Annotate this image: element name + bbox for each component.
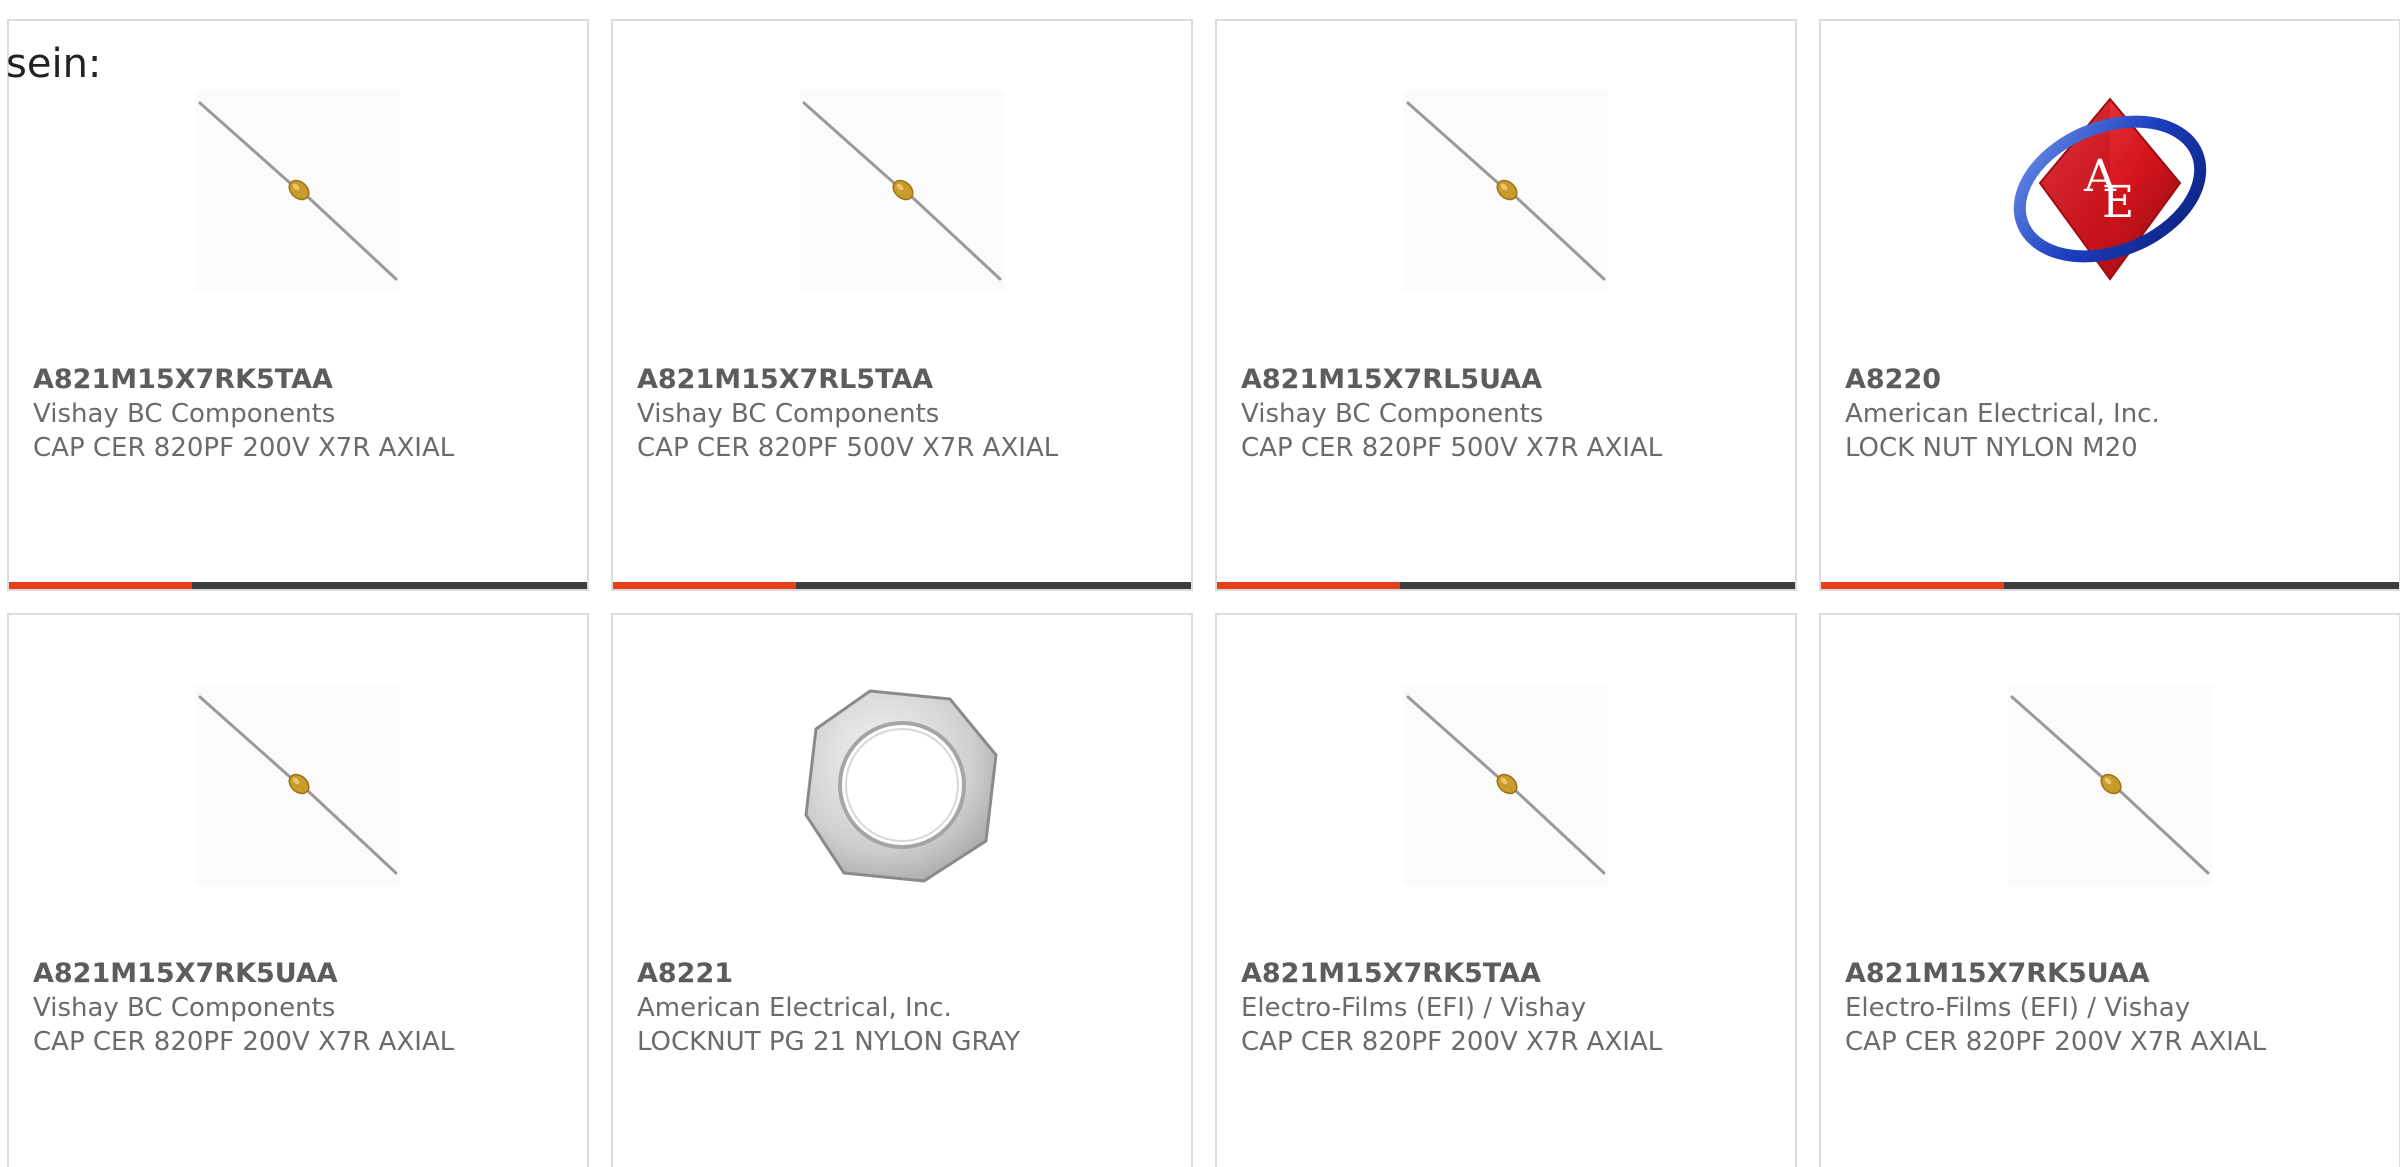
card-accent-bar xyxy=(1821,582,2004,589)
intro-text: sein: xyxy=(6,41,102,87)
product-card[interactable]: A821M15X7RK5UAA Electro-Films (EFI) / Vi… xyxy=(1819,613,2400,1167)
axial-capacitor-icon xyxy=(196,685,400,885)
axial-capacitor-icon xyxy=(2008,685,2212,885)
card-accent-bar xyxy=(613,582,796,589)
manufacturer-name: American Electrical, Inc. xyxy=(1845,399,2160,429)
product-info: A821M15X7RK5TAA Electro-Films (EFI) / Vi… xyxy=(1241,957,1775,1059)
part-number[interactable]: A8220 xyxy=(1845,363,2379,397)
product-info: A821M15X7RK5TAA Vishay BC Components CAP… xyxy=(33,363,567,465)
part-number[interactable]: A8221 xyxy=(637,957,1171,991)
part-number[interactable]: A821M15X7RK5TAA xyxy=(1241,957,1775,991)
hex-locknut-image xyxy=(800,685,1004,885)
ae-logo-image: A E xyxy=(2008,91,2212,291)
product-info: A821M15X7RK5UAA Vishay BC Components CAP… xyxy=(33,957,567,1059)
product-description: CAP CER 820PF 200V X7R AXIAL xyxy=(33,1027,455,1057)
part-number[interactable]: A821M15X7RK5UAA xyxy=(1845,957,2379,991)
product-info: A8221 American Electrical, Inc. LOCKNUT … xyxy=(637,957,1171,1059)
ae-logo-letter-e: E xyxy=(2102,177,2134,228)
part-number[interactable]: A821M15X7RL5UAA xyxy=(1241,363,1775,397)
product-info: A821M15X7RL5UAA Vishay BC Components CAP… xyxy=(1241,363,1775,465)
hex-locknut-icon xyxy=(804,689,998,883)
product-card[interactable]: A821M15X7RL5TAA Vishay BC Components CAP… xyxy=(611,19,1193,591)
product-grid: A821M15X7RK5TAA Vishay BC Components CAP… xyxy=(7,19,2400,1167)
product-info: A821M15X7RL5TAA Vishay BC Components CAP… xyxy=(637,363,1171,465)
axial-capacitor-image xyxy=(1404,685,1608,885)
axial-capacitor-image xyxy=(2008,685,2212,885)
part-number[interactable]: A821M15X7RL5TAA xyxy=(637,363,1171,397)
product-info: A821M15X7RK5UAA Electro-Films (EFI) / Vi… xyxy=(1845,957,2379,1059)
product-description: CAP CER 820PF 200V X7R AXIAL xyxy=(1241,1027,1663,1057)
card-bottom-bar xyxy=(613,582,1191,589)
axial-capacitor-image xyxy=(1404,91,1608,291)
manufacturer-name: Vishay BC Components xyxy=(33,993,336,1023)
part-number[interactable]: A821M15X7RK5UAA xyxy=(33,957,567,991)
part-number[interactable]: A821M15X7RK5TAA xyxy=(33,363,567,397)
product-description: CAP CER 820PF 500V X7R AXIAL xyxy=(1241,433,1663,463)
manufacturer-name: Vishay BC Components xyxy=(1241,399,1544,429)
product-info: A8220 American Electrical, Inc. LOCK NUT… xyxy=(1845,363,2379,465)
axial-capacitor-icon xyxy=(196,91,400,291)
axial-capacitor-image xyxy=(800,91,1004,291)
manufacturer-name: Vishay BC Components xyxy=(33,399,336,429)
axial-capacitor-icon xyxy=(1404,91,1608,291)
card-bottom-bar xyxy=(1217,582,1795,589)
card-accent-bar xyxy=(1217,582,1400,589)
product-description: CAP CER 820PF 200V X7R AXIAL xyxy=(33,433,455,463)
axial-capacitor-image xyxy=(196,91,400,291)
product-card[interactable]: A821M15X7RL5UAA Vishay BC Components CAP… xyxy=(1215,19,1797,591)
product-description: CAP CER 820PF 200V X7R AXIAL xyxy=(1845,1027,2267,1057)
card-bottom-bar xyxy=(1821,582,2399,589)
product-card[interactable]: A821M15X7RK5TAA Vishay BC Components CAP… xyxy=(7,19,589,591)
manufacturer-name: Vishay BC Components xyxy=(637,399,940,429)
manufacturer-name: American Electrical, Inc. xyxy=(637,993,952,1023)
product-card[interactable]: A821M15X7RK5TAA Electro-Films (EFI) / Vi… xyxy=(1215,613,1797,1167)
product-description: LOCK NUT NYLON M20 xyxy=(1845,433,2138,463)
product-card[interactable]: A8221 American Electrical, Inc. LOCKNUT … xyxy=(611,613,1193,1167)
manufacturer-name: Electro-Films (EFI) / Vishay xyxy=(1241,993,1587,1023)
product-card[interactable]: A E A8220 American Electrical, Inc. LOCK… xyxy=(1819,19,2400,591)
product-description: CAP CER 820PF 500V X7R AXIAL xyxy=(637,433,1059,463)
manufacturer-name: Electro-Films (EFI) / Vishay xyxy=(1845,993,2191,1023)
axial-capacitor-icon xyxy=(800,91,1004,291)
card-accent-bar xyxy=(9,582,192,589)
ae-logo-icon: A E xyxy=(2013,97,2207,281)
product-card[interactable]: A821M15X7RK5UAA Vishay BC Components CAP… xyxy=(7,613,589,1167)
axial-capacitor-icon xyxy=(1404,685,1608,885)
product-description: LOCKNUT PG 21 NYLON GRAY xyxy=(637,1027,1021,1057)
axial-capacitor-image xyxy=(196,685,400,885)
product-listing-page: sein: A821M15X7RK5TAA Vishay BC Componen… xyxy=(0,0,2400,1167)
card-bottom-bar xyxy=(9,582,587,589)
